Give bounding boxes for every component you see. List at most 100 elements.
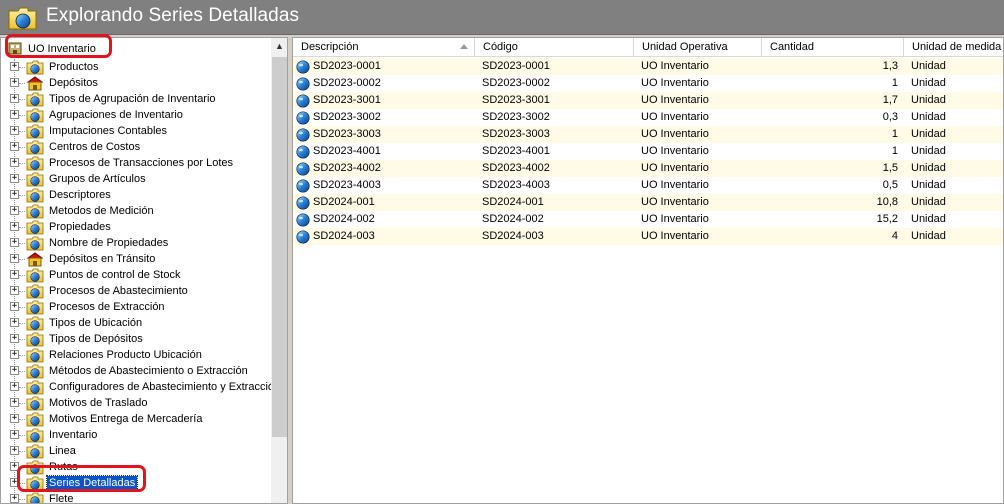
expand-plus-icon[interactable]: + xyxy=(10,302,19,311)
cell-qty[interactable]: 10,8 xyxy=(762,194,904,211)
expand-plus-icon[interactable]: + xyxy=(10,334,19,343)
tree-item[interactable]: + Motivos de Traslado xyxy=(1,395,271,411)
cell-unit[interactable]: UO Inventario xyxy=(634,228,762,245)
expand-plus-icon[interactable]: + xyxy=(10,318,19,327)
expand-plus-icon[interactable]: + xyxy=(10,286,19,295)
cell-um[interactable]: Unidad xyxy=(904,228,1003,245)
expand-plus-icon[interactable]: + xyxy=(10,222,19,231)
tree-item[interactable]: + Flete xyxy=(1,491,271,503)
tree-item[interactable]: + Procesos de Transacciones por Lotes xyxy=(1,155,271,171)
cell-um[interactable]: Unidad xyxy=(904,58,1003,75)
expand-plus-icon[interactable]: + xyxy=(10,158,19,167)
cell-unit[interactable]: UO Inventario xyxy=(634,126,762,143)
column-header-cantidad[interactable]: Cantidad xyxy=(762,38,904,57)
cell-descripcion[interactable]: SD2023-3001 xyxy=(293,92,475,109)
expand-plus-icon[interactable]: + xyxy=(10,78,19,87)
tree-item[interactable]: + Agrupaciones de Inventario xyxy=(1,107,271,123)
tree-item[interactable]: + Productos xyxy=(1,59,271,75)
cell-qty[interactable]: 15,2 xyxy=(762,211,904,228)
cell-unit[interactable]: UO Inventario xyxy=(634,177,762,194)
cell-descripcion[interactable]: SD2023-4001 xyxy=(293,143,475,160)
cell-descripcion[interactable]: SD2023-0001 xyxy=(293,58,475,75)
cell-code[interactable]: SD2023-3003 xyxy=(475,126,634,143)
table-row[interactable]: SD2023-0002 SD2023-0002 UO Inventario 1 Unid… xyxy=(293,75,1003,92)
column-header-descripcion[interactable]: Descripción xyxy=(293,38,475,57)
expand-plus-icon[interactable]: + xyxy=(10,190,19,199)
tree-item[interactable]: + Metodos de Medición xyxy=(1,203,271,219)
cell-code[interactable]: SD2024-001 xyxy=(475,194,634,211)
cell-um[interactable]: Unidad xyxy=(904,177,1003,194)
cell-qty[interactable]: 0,5 xyxy=(762,177,904,194)
cell-code[interactable]: SD2024-002 xyxy=(475,211,634,228)
expand-plus-icon[interactable]: + xyxy=(10,142,19,151)
table-row[interactable]: SD2023-3002 SD2023-3002 UO Inventario 0,3 Un… xyxy=(293,109,1003,126)
table-row[interactable]: SD2024-003 SD2024-003 UO Inventario 4 Unidad xyxy=(293,228,1003,245)
tree-item[interactable]: + Series Detalladas xyxy=(1,475,271,491)
expand-plus-icon[interactable]: + xyxy=(10,446,19,455)
cell-code[interactable]: SD2023-3002 xyxy=(475,109,634,126)
tree-root[interactable]: UO Inventario xyxy=(7,40,96,58)
expand-plus-icon[interactable]: + xyxy=(10,478,19,487)
tree-item[interactable]: + Grupos de Artículos xyxy=(1,171,271,187)
cell-code[interactable]: SD2023-4001 xyxy=(475,143,634,160)
cell-um[interactable]: Unidad xyxy=(904,194,1003,211)
tree-item[interactable]: + Depósitos en Tránsito xyxy=(1,251,271,267)
cell-qty[interactable]: 1,3 xyxy=(762,58,904,75)
cell-um[interactable]: Unidad xyxy=(904,109,1003,126)
expand-plus-icon[interactable]: + xyxy=(10,62,19,71)
cell-code[interactable]: SD2023-0002 xyxy=(475,75,634,92)
cell-descripcion[interactable]: SD2023-3002 xyxy=(293,109,475,126)
cell-code[interactable]: SD2023-3001 xyxy=(475,92,634,109)
expand-plus-icon[interactable]: + xyxy=(10,414,19,423)
expand-plus-icon[interactable]: + xyxy=(10,366,19,375)
tree-item[interactable]: + Inventario xyxy=(1,427,271,443)
expand-plus-icon[interactable]: + xyxy=(10,110,19,119)
table-row[interactable]: SD2023-4001 SD2023-4001 UO Inventario 1 Unid… xyxy=(293,143,1003,160)
tree-item[interactable]: + Relaciones Producto Ubicación xyxy=(1,347,271,363)
cell-descripcion[interactable]: SD2024-001 xyxy=(293,194,475,211)
tree-item[interactable]: + Tipos de Depósitos xyxy=(1,331,271,347)
column-header-codigo[interactable]: Código xyxy=(475,38,634,57)
tree-item[interactable]: + Tipos de Agrupación de Inventario xyxy=(1,91,271,107)
cell-qty[interactable]: 1 xyxy=(762,75,904,92)
cell-unit[interactable]: UO Inventario xyxy=(634,211,762,228)
cell-um[interactable]: Unidad xyxy=(904,92,1003,109)
expand-plus-icon[interactable]: + xyxy=(10,238,19,247)
cell-um[interactable]: Unidad xyxy=(904,160,1003,177)
tree-item[interactable]: + Métodos de Abastecimiento o Extracción xyxy=(1,363,271,379)
expand-plus-icon[interactable]: + xyxy=(10,254,19,263)
expand-plus-icon[interactable]: + xyxy=(10,398,19,407)
expand-plus-icon[interactable]: + xyxy=(10,126,19,135)
scroll-thumb[interactable] xyxy=(272,57,287,437)
cell-unit[interactable]: UO Inventario xyxy=(634,160,762,177)
tree-item[interactable]: + Procesos de Extracción xyxy=(1,299,271,315)
tree-item[interactable]: + Tipos de Ubicación xyxy=(1,315,271,331)
table-row[interactable]: SD2023-4002 SD2023-4002 UO Inventario 1,5 Un… xyxy=(293,160,1003,177)
expand-plus-icon[interactable]: + xyxy=(10,350,19,359)
tree-item[interactable]: + Centros de Costos xyxy=(1,139,271,155)
cell-qty[interactable]: 1 xyxy=(762,126,904,143)
cell-descripcion[interactable]: SD2023-4002 xyxy=(293,160,475,177)
expand-plus-icon[interactable]: + xyxy=(10,430,19,439)
cell-qty[interactable]: 4 xyxy=(762,228,904,245)
tree-scrollbar[interactable]: ▲ xyxy=(271,38,287,503)
column-header-unidad-medida[interactable]: Unidad de medida xyxy=(904,38,1003,57)
table-row[interactable]: SD2024-001 SD2024-001 UO Inventario 10,8 Uni… xyxy=(293,194,1003,211)
tree-item[interactable]: + Linea xyxy=(1,443,271,459)
cell-code[interactable]: SD2023-0001 xyxy=(475,58,634,75)
tree-item[interactable]: + Depósitos xyxy=(1,75,271,91)
cell-descripcion[interactable]: SD2024-003 xyxy=(293,228,475,245)
cell-unit[interactable]: UO Inventario xyxy=(634,109,762,126)
tree-item[interactable]: + Procesos de Abastecimiento xyxy=(1,283,271,299)
cell-descripcion[interactable]: SD2023-0002 xyxy=(293,75,475,92)
scroll-up-icon[interactable]: ▲ xyxy=(271,38,287,55)
cell-descripcion[interactable]: SD2024-002 xyxy=(293,211,475,228)
expand-plus-icon[interactable]: + xyxy=(10,494,19,503)
tree-item[interactable]: + Rutas xyxy=(1,459,271,475)
cell-unit[interactable]: UO Inventario xyxy=(634,194,762,211)
table-row[interactable]: SD2024-002 SD2024-002 UO Inventario 15,2 Uni… xyxy=(293,211,1003,228)
expand-plus-icon[interactable]: + xyxy=(10,382,19,391)
cell-unit[interactable]: UO Inventario xyxy=(634,143,762,160)
tree-item[interactable]: + Puntos de control de Stock xyxy=(1,267,271,283)
cell-code[interactable]: SD2023-4003 xyxy=(475,177,634,194)
